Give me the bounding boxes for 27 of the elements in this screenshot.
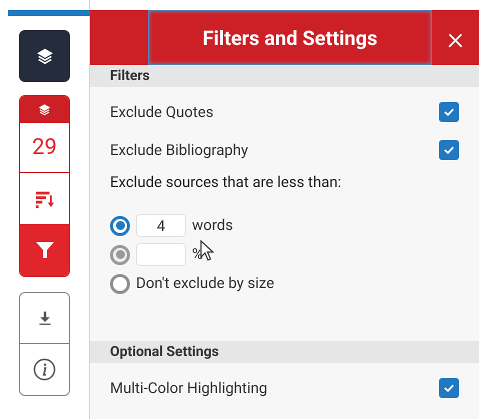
- layers-icon: [36, 47, 54, 65]
- match-overview-button[interactable]: [20, 96, 69, 123]
- download-icon: [36, 309, 52, 327]
- filter-button[interactable]: [20, 224, 69, 276]
- checkbox[interactable]: [439, 102, 459, 122]
- layers-icon: [38, 103, 51, 116]
- checkbox[interactable]: [439, 140, 459, 160]
- radio-label: Don't exclude by size: [136, 273, 274, 294]
- layers-button[interactable]: [19, 30, 70, 82]
- radio-button[interactable]: [110, 216, 130, 236]
- option-label: Multi-Color Highlighting: [110, 378, 268, 399]
- size-input[interactable]: 4: [136, 214, 186, 237]
- option-label: Exclude Bibliography: [110, 140, 248, 161]
- section-header: Filters: [90, 65, 479, 87]
- filter-icon: [34, 240, 54, 260]
- radio-button[interactable]: [110, 274, 130, 294]
- option-label: Exclude Quotes: [110, 102, 214, 123]
- checkbox[interactable]: [439, 378, 459, 398]
- info-icon: [33, 358, 56, 381]
- section-header: Optional Settings: [90, 341, 479, 363]
- close-button[interactable]: ×: [432, 10, 479, 65]
- size-input[interactable]: [136, 243, 186, 266]
- option-label: Exclude sources that are less than:: [110, 172, 342, 193]
- unit-label: words: [192, 215, 233, 236]
- match-count: 29: [32, 136, 57, 158]
- panel-title: Filters and Settings: [148, 10, 432, 65]
- sort-icon: [34, 188, 56, 208]
